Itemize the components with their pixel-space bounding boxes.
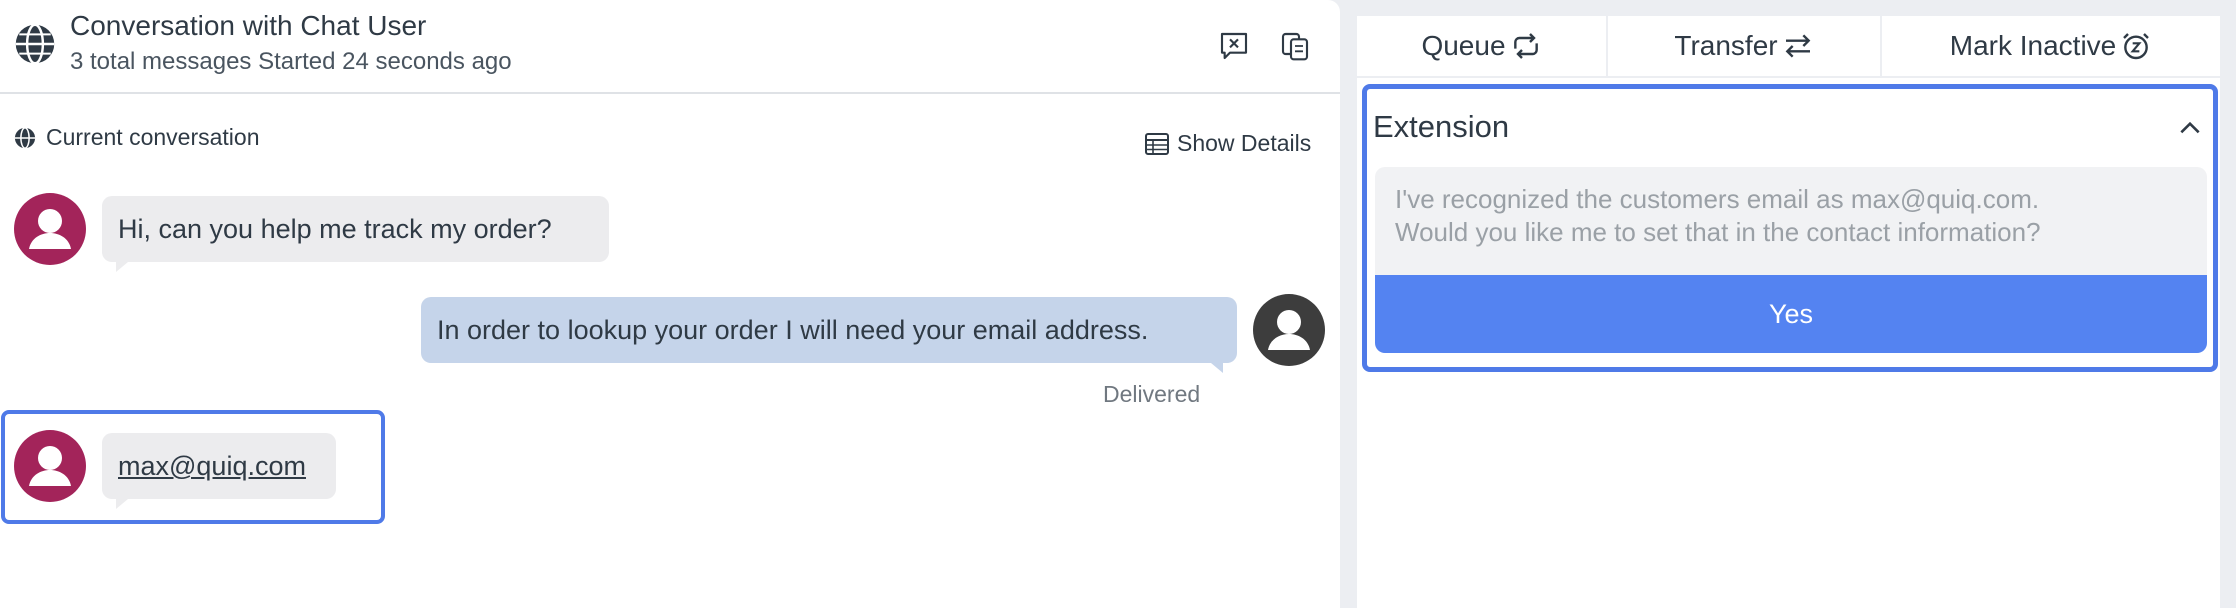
conversation-title: Conversation with Chat User xyxy=(70,10,427,41)
action-bar: Queue Transfer Mark Inactive xyxy=(1357,16,2220,76)
conversation-subtitle: 3 total messages Started 24 seconds ago xyxy=(70,48,512,75)
message-bubble: Hi, can you help me track my order? xyxy=(102,196,609,272)
show-details-label: Show Details xyxy=(1177,130,1312,156)
queue-button[interactable]: Queue xyxy=(1357,16,1606,76)
alarm-snooze-icon xyxy=(2123,33,2150,60)
message-bubble: In order to lookup your order I will nee… xyxy=(421,297,1237,373)
user-icon xyxy=(29,446,71,486)
delivery-status: Delivered xyxy=(1103,381,1201,407)
extension-area: Extension I've recognized the customers … xyxy=(1357,78,2220,608)
transfer-label: Transfer xyxy=(1674,30,1778,61)
yes-button[interactable]: Yes xyxy=(1375,275,2207,353)
customer-avatar xyxy=(14,430,86,502)
requeue-icon xyxy=(1513,33,1538,59)
agent-avatar xyxy=(1253,294,1325,366)
user-icon xyxy=(1268,310,1310,350)
copy-icon[interactable] xyxy=(1279,30,1311,62)
extension-message-line: I've recognized the customers email as m… xyxy=(1395,184,2040,214)
extension-message-line: Would you like me to set that in the con… xyxy=(1395,217,2041,247)
mark-inactive-label: Mark Inactive xyxy=(1949,30,2117,61)
conversation-panel: Conversation with Chat User 3 total mess… xyxy=(0,0,1340,608)
table-icon xyxy=(1145,132,1169,155)
transfer-icon xyxy=(1785,34,1810,58)
globe-icon xyxy=(14,126,36,149)
extension-message: I've recognized the customers email as m… xyxy=(1375,167,2207,275)
show-details-button[interactable]: Show Details xyxy=(1145,130,1311,157)
section-label: Current conversation xyxy=(46,124,260,150)
customer-avatar xyxy=(14,193,86,265)
email-link[interactable]: max@quiq.com xyxy=(102,433,336,509)
extension-card: Extension I've recognized the customers … xyxy=(1362,84,2218,372)
conversation-header: Conversation with Chat User 3 total mess… xyxy=(0,0,1340,94)
end-chat-icon[interactable] xyxy=(1218,30,1250,62)
extension-title: Extension xyxy=(1373,109,1510,144)
transfer-button[interactable]: Transfer xyxy=(1608,16,1880,76)
chevron-up-icon[interactable] xyxy=(2177,115,2203,141)
user-icon xyxy=(29,209,71,249)
globe-icon xyxy=(15,23,55,65)
current-conversation-label: Current conversation xyxy=(14,124,260,151)
mark-inactive-button[interactable]: Mark Inactive xyxy=(1882,16,2220,76)
queue-label: Queue xyxy=(1421,30,1506,61)
right-panel: Queue Transfer Mark Inactive Extension I… xyxy=(1357,0,2220,608)
